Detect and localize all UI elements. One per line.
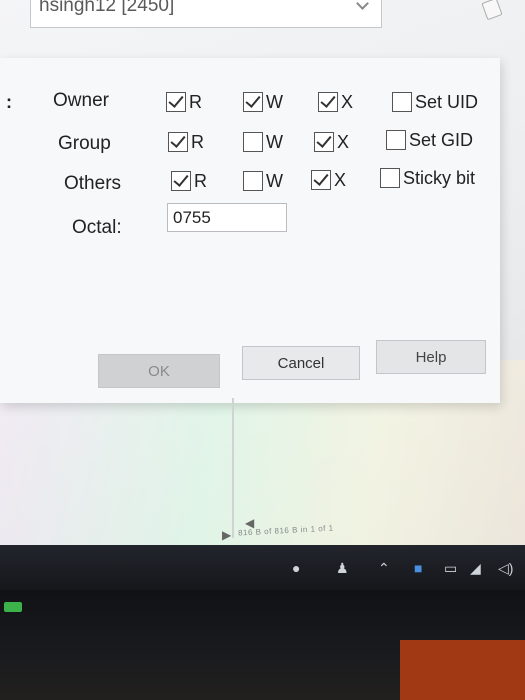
network-icon[interactable]: ●: [292, 560, 300, 576]
others-write-checkbox[interactable]: W: [243, 168, 283, 194]
group-write-checkbox[interactable]: W: [243, 129, 283, 155]
colon-mark: :: [6, 92, 12, 112]
owner-exec-checkbox[interactable]: X: [318, 89, 353, 115]
scroll-right-arrow-icon[interactable]: ▶: [222, 528, 231, 542]
set-uid-label: Set UID: [415, 91, 479, 112]
battery-icon[interactable]: ▭: [444, 560, 457, 577]
others-write-label: W: [266, 170, 283, 191]
checkbox-unchecked[interactable]: [392, 92, 412, 112]
cursor-icon: [481, 0, 503, 21]
others-exec-label: X: [334, 169, 347, 190]
checkbox-checked[interactable]: [171, 171, 191, 191]
owner-read-checkbox[interactable]: R: [166, 89, 202, 115]
taskbar: ● ♟ ⌃ ■ ▭ ◢ ◁): [0, 545, 525, 590]
sticky-bit-label: Sticky bit: [403, 167, 476, 188]
checkbox-checked[interactable]: [168, 132, 188, 152]
group-read-label: R: [191, 131, 204, 152]
group-read-checkbox[interactable]: R: [168, 129, 204, 155]
chevron-down-icon[interactable]: [356, 0, 369, 10]
checkbox-unchecked[interactable]: [243, 132, 263, 152]
owner-read-label: R: [189, 91, 202, 112]
set-gid-label: Set GID: [409, 129, 474, 150]
checkbox-checked[interactable]: [311, 170, 331, 190]
others-label: Others: [64, 173, 122, 194]
screen: hsingh12 [2450] : Owner R W X Set UID Gr…: [0, 0, 525, 590]
group-exec-checkbox[interactable]: X: [314, 129, 349, 155]
others-exec-checkbox[interactable]: X: [311, 167, 346, 193]
others-read-checkbox[interactable]: R: [171, 168, 207, 194]
checkbox-checked[interactable]: [166, 92, 186, 112]
sticky-bit-checkbox[interactable]: Sticky bit: [380, 165, 475, 191]
checkbox-checked[interactable]: [243, 92, 263, 112]
owner-write-label: W: [266, 91, 283, 112]
pane-divider[interactable]: [232, 398, 234, 538]
octal-input[interactable]: [167, 203, 287, 232]
app-tray-icon[interactable]: ■: [414, 560, 422, 576]
user-combo-value: hsingh12 [2450]: [39, 0, 175, 16]
owner-exec-label: X: [341, 91, 354, 112]
checkbox-unchecked[interactable]: [380, 168, 400, 188]
volume-icon[interactable]: ◁): [498, 560, 513, 577]
checkbox-checked[interactable]: [318, 92, 338, 112]
wifi-icon[interactable]: ◢: [470, 560, 481, 577]
set-uid-checkbox[interactable]: Set UID: [392, 89, 478, 115]
others-read-label: R: [194, 170, 207, 191]
owner-label: Owner: [53, 90, 109, 111]
desk-object: [400, 640, 525, 700]
set-gid-checkbox[interactable]: Set GID: [386, 127, 473, 153]
group-exec-label: X: [337, 131, 350, 152]
checkbox-unchecked[interactable]: [243, 171, 263, 191]
checkbox-checked[interactable]: [314, 132, 334, 152]
help-button[interactable]: Help: [376, 340, 486, 374]
sticker-icon: [4, 602, 22, 612]
ok-button[interactable]: OK: [98, 354, 220, 388]
cancel-button[interactable]: Cancel: [242, 346, 360, 380]
group-write-label: W: [266, 131, 283, 152]
user-combo[interactable]: hsingh12 [2450]: [30, 0, 382, 28]
group-label: Group: [58, 133, 111, 154]
chevron-up-icon[interactable]: ⌃: [378, 560, 390, 577]
owner-write-checkbox[interactable]: W: [243, 89, 283, 115]
checkbox-unchecked[interactable]: [386, 130, 406, 150]
octal-label: Octal:: [72, 217, 122, 238]
people-icon[interactable]: ♟: [336, 560, 349, 577]
